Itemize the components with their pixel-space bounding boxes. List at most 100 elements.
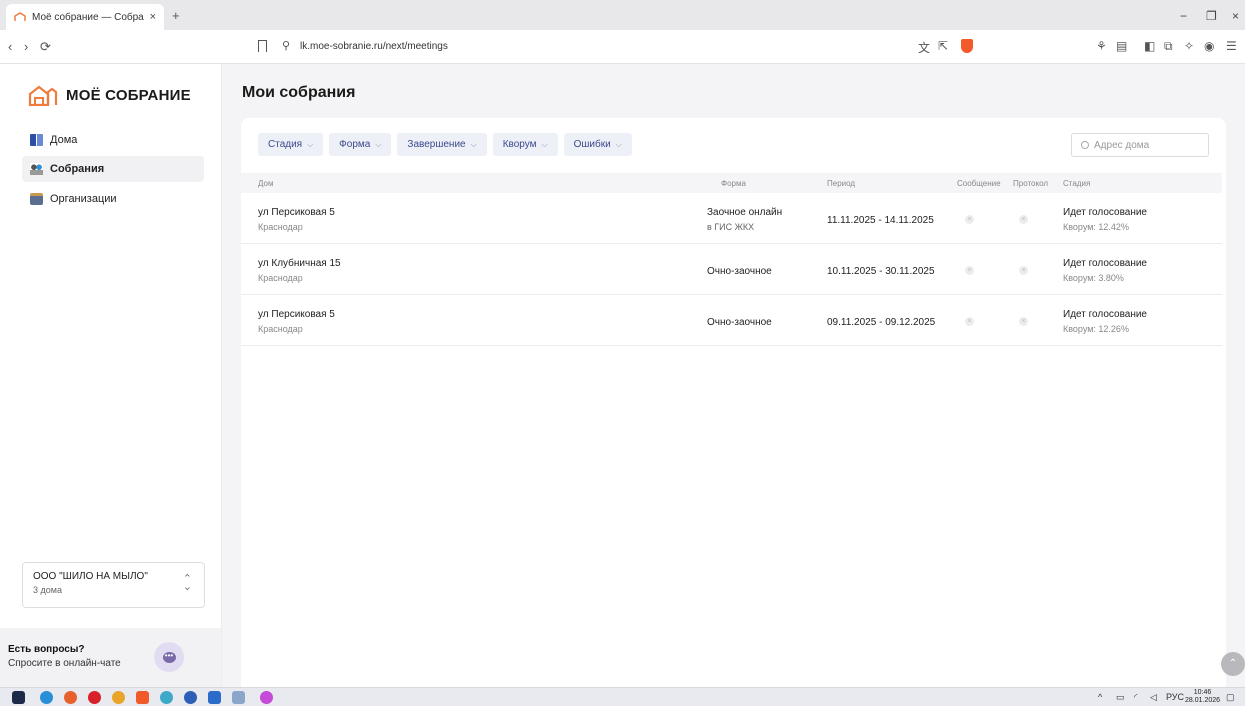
sidebar-item-label: Организации (50, 193, 117, 205)
briefcase-icon (30, 193, 43, 205)
column-stage[interactable]: Стадия (1063, 179, 1090, 188)
brave-icon[interactable] (136, 691, 149, 704)
table-row[interactable]: ул Клубничная 15 Краснодар Очно-заочное … (241, 244, 1222, 295)
sidebar-toggle-icon[interactable]: ◧ (1144, 39, 1155, 53)
sidebar-item-houses[interactable]: Дома (22, 127, 204, 153)
table-header: Дом Форма Период Сообщение Протокол Стад… (241, 173, 1222, 193)
extensions-icon[interactable]: ⚘ (1096, 39, 1107, 53)
table-row[interactable]: ул Персиковая 5 Краснодар Очно-заочное 0… (241, 295, 1222, 346)
row-address: ул Персиковая 5 (258, 309, 335, 320)
browser-tabbar: Моё собрание — Собрания × + − ❐ × (0, 0, 1245, 30)
protocol-status-icon: × (1019, 266, 1028, 275)
language-indicator[interactable]: РУС (1166, 692, 1184, 702)
column-house[interactable]: Дом (258, 179, 273, 188)
tab-view-icon[interactable]: ⧉ (1164, 39, 1173, 54)
row-address: ул Персиковая 5 (258, 207, 335, 218)
opera-icon[interactable] (88, 691, 101, 704)
row-stage: Идет голосование (1063, 207, 1147, 218)
restore-icon[interactable]: ❐ (1206, 9, 1217, 23)
page-title: Мои собрания (242, 84, 356, 101)
close-window-icon[interactable]: × (1232, 9, 1239, 23)
reload-icon[interactable]: ⟳ (40, 39, 51, 55)
clock-time: 10:46 (1193, 689, 1212, 696)
tab-title: Моё собрание — Собрания (32, 11, 144, 23)
brave-shield-icon[interactable] (961, 39, 973, 53)
chrome-icon[interactable] (112, 691, 125, 704)
column-form[interactable]: Форма (721, 179, 746, 188)
row-period: 09.11.2025 - 09.12.2025 (827, 317, 936, 328)
column-message[interactable]: Сообщение (957, 179, 1001, 188)
forward-icon[interactable]: › (24, 39, 28, 54)
tray-chevron-icon[interactable]: ^ (1098, 692, 1102, 702)
sidebar: МОЁ СОБРАНИЕ Дома Собрания Организации О… (0, 64, 222, 687)
share-icon[interactable]: ⇱ (938, 39, 948, 53)
address-bar[interactable]: lk.moe-sobranie.ru/next/meetings (300, 41, 448, 52)
browser-tab[interactable]: Моё собрание — Собрания × (6, 4, 164, 30)
row-stage: Идет голосование (1063, 258, 1147, 269)
battery-icon: ▭ (1116, 692, 1125, 702)
site-favicon-icon (14, 12, 26, 21)
column-protocol[interactable]: Протокол (1013, 179, 1048, 188)
message-status-icon: × (965, 266, 974, 275)
logo[interactable]: МОЁ СОБРАНИЕ (28, 84, 191, 106)
vpn-icon[interactable]: ◉ (1204, 39, 1214, 53)
row-city: Краснодар (258, 273, 303, 283)
organization-selector[interactable]: ООО "ШИЛО НА МЫЛО" 3 дома ⌃ ⌄ (22, 562, 205, 608)
column-period[interactable]: Период (827, 179, 855, 188)
row-quorum: Кворум: 3.80% (1063, 273, 1124, 283)
filter-completion[interactable]: Завершение ⌵ (397, 133, 487, 156)
site-info-icon[interactable]: ⚲ (282, 39, 290, 52)
logo-text: МОЁ СОБРАНИЕ (66, 86, 191, 104)
files-icon[interactable] (232, 691, 245, 704)
table-row[interactable]: ул Персиковая 5 Краснодар Заочное онлайн… (241, 193, 1222, 244)
chevron-down-icon: ⌵ (541, 139, 548, 149)
row-quorum: Кворум: 12.42% (1063, 222, 1129, 232)
row-city: Краснодар (258, 222, 303, 232)
new-tab-button[interactable]: + (172, 8, 180, 23)
bookmark-icon[interactable] (258, 40, 267, 52)
people-icon (30, 163, 43, 175)
updown-chevron-icon: ⌃ ⌄ (182, 573, 192, 593)
browser-icon[interactable] (160, 691, 173, 704)
row-form: Очно-заочное (707, 317, 772, 328)
filter-stage[interactable]: Стадия ⌵ (258, 133, 324, 156)
menu-icon[interactable]: ☰ (1226, 39, 1237, 53)
sidebar-item-label: Собрания (50, 163, 105, 175)
translate-icon[interactable]: 文 (918, 39, 930, 56)
row-city: Краснодар (258, 324, 303, 334)
save-app-icon[interactable] (208, 691, 221, 704)
main-content: Мои собрания Стадия ⌵ Форма ⌵ Завершение ⌵ … (222, 64, 1245, 687)
buildings-icon (30, 134, 43, 146)
address-search-input[interactable]: Адрес дома (1071, 133, 1209, 157)
message-status-icon: × (965, 215, 974, 224)
app-icon[interactable] (184, 691, 197, 704)
leo-ai-icon[interactable]: ✧ (1184, 39, 1194, 53)
tab-close-icon[interactable]: × (150, 11, 156, 23)
messenger-icon[interactable] (260, 691, 273, 704)
volume-icon[interactable]: ◁ (1150, 692, 1157, 703)
network-icon[interactable]: ◜ (1134, 692, 1138, 703)
windows-start-icon[interactable] (12, 691, 25, 704)
chat-bubble-icon: ••• (162, 651, 176, 663)
organization-house-count: 3 дома (33, 585, 62, 595)
edge-icon[interactable] (40, 691, 53, 704)
sidebar-item-organizations[interactable]: Организации (22, 186, 204, 212)
sidebar-item-meetings[interactable]: Собрания (22, 156, 204, 182)
back-icon[interactable]: ‹ (8, 39, 12, 54)
notifications-icon[interactable]: ▢ (1226, 692, 1235, 703)
filter-form[interactable]: Форма ⌵ (329, 133, 392, 156)
firefox-icon[interactable] (64, 691, 77, 704)
chevron-down-icon: ⌵ (470, 139, 477, 149)
row-quorum: Кворум: 12.26% (1063, 324, 1129, 334)
minimize-icon[interactable]: − (1180, 9, 1187, 23)
logo-house-icon (28, 85, 58, 106)
system-clock[interactable]: 10:46 28.01.2026 (1185, 689, 1220, 705)
search-icon (1081, 141, 1089, 149)
help-panel: Есть вопросы? Спросите в онлайн-чате ••• (0, 628, 221, 687)
chat-button[interactable]: ••• (154, 642, 184, 672)
filter-errors[interactable]: Ошибки ⌵ (563, 133, 632, 156)
filter-bar: Стадия ⌵ Форма ⌵ Завершение ⌵ Кворум ⌵ Ошибк… (258, 133, 632, 156)
filter-quorum[interactable]: Кворум ⌵ (492, 133, 558, 156)
reader-icon[interactable]: ▤ (1116, 39, 1127, 53)
scroll-to-top-button[interactable]: ⌃ (1221, 652, 1245, 676)
